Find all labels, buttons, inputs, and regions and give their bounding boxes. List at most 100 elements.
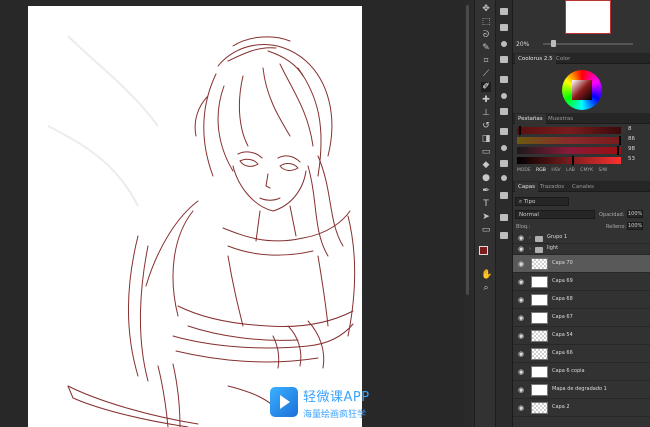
tab-pestanas[interactable]: Pestañas	[515, 114, 546, 124]
glyphs-icon[interactable]	[500, 232, 508, 239]
slider-value-2[interactable]: 86	[628, 136, 635, 142]
quick-select-icon[interactable]: ✎	[481, 43, 491, 53]
properties-icon[interactable]	[501, 41, 507, 47]
dodge-icon[interactable]: ●	[481, 173, 491, 183]
layer-name[interactable]: Grupo 1	[547, 234, 567, 240]
layer-name[interactable]: light	[547, 245, 558, 251]
canvas-vertical-scrollbar[interactable]	[464, 0, 471, 427]
layer-row[interactable]: ◉ Capa 69	[513, 273, 650, 291]
tab-coolorus[interactable]: Coolorus 2.5	[515, 54, 556, 64]
layer-thumbnail[interactable]	[531, 330, 548, 342]
healing-icon[interactable]: ✚	[481, 95, 491, 105]
layer-thumbnail[interactable]	[531, 348, 548, 360]
shape-icon[interactable]: ▭	[481, 225, 491, 235]
move-icon[interactable]: ✥	[481, 4, 491, 14]
marquee-icon[interactable]: ⬚	[481, 17, 491, 27]
info-icon[interactable]	[500, 128, 508, 135]
blur-icon[interactable]: ◆	[481, 160, 491, 170]
eye-icon[interactable]: ◉	[517, 260, 525, 268]
paragraph-icon[interactable]	[500, 76, 508, 83]
actions-icon[interactable]	[500, 24, 508, 31]
pen-icon[interactable]: ✒	[481, 186, 491, 196]
mode-rgb[interactable]: RGB	[536, 168, 546, 173]
character-icon[interactable]	[500, 160, 508, 167]
brush-icon[interactable]: ✐	[481, 82, 491, 92]
eye-icon[interactable]: ◉	[517, 404, 525, 412]
slider-value-4[interactable]: 53	[628, 156, 635, 162]
navigator-thumbnail[interactable]	[565, 0, 611, 34]
stamp-icon[interactable]: ⊥	[481, 108, 491, 118]
layer-name[interactable]: Capa 70	[552, 260, 573, 266]
tab-capas[interactable]: Capas	[515, 182, 538, 192]
layer-name[interactable]: Mapa de degradado 1	[552, 386, 607, 392]
layer-thumbnail[interactable]	[531, 312, 548, 324]
lasso-icon[interactable]: ᘐ	[481, 30, 491, 40]
hand-icon[interactable]: ✋	[481, 270, 492, 280]
timeline-icon[interactable]	[501, 175, 507, 181]
mode-lab[interactable]: LAB	[566, 168, 575, 173]
layer-row[interactable]: ◉ Capa 68	[513, 291, 650, 309]
history-icon[interactable]	[500, 8, 508, 15]
layer-thumbnail[interactable]	[531, 384, 548, 396]
play-icon[interactable]	[500, 214, 508, 221]
color-triangle[interactable]	[572, 80, 592, 100]
layer-thumbnail[interactable]	[531, 366, 548, 378]
slider-value-3[interactable]: 98	[628, 146, 635, 152]
slider-row-3[interactable]: 98	[517, 146, 647, 155]
layer-thumbnail[interactable]	[531, 294, 548, 306]
mode-cmyk[interactable]: CMYK	[580, 168, 593, 173]
layer-thumbnail[interactable]	[531, 276, 548, 288]
navigator-zoom-knob[interactable]	[551, 40, 556, 47]
tab-canales[interactable]: Canales	[569, 182, 597, 192]
tab-trazados[interactable]: Trazados	[537, 182, 567, 192]
layer-name[interactable]: Capa 67	[552, 314, 573, 320]
eyedropper-icon[interactable]: ⟋	[481, 69, 491, 79]
fill-input[interactable]: 100%	[627, 222, 643, 230]
eye-icon[interactable]: ◉	[517, 278, 525, 286]
eye-icon[interactable]: ◉	[517, 350, 525, 358]
chevron-right-icon[interactable]: ›	[529, 246, 531, 252]
slider-value-1[interactable]: 8	[628, 126, 632, 132]
navigator-zoom[interactable]: 20%	[516, 41, 529, 48]
eye-icon[interactable]: ◉	[517, 386, 525, 394]
layer-group-row[interactable]: ◉ › Grupo 1	[513, 233, 650, 244]
eraser-icon[interactable]: ◨	[481, 134, 491, 144]
layer-name[interactable]: Capa 6 copia	[552, 368, 585, 374]
slider-row-2[interactable]: 86	[517, 136, 647, 145]
eye-icon[interactable]: ◉	[517, 245, 525, 253]
layer-group-row[interactable]: ◉ › light	[513, 244, 650, 255]
layer-row[interactable]: ◉ Capa 54	[513, 327, 650, 345]
brush-settings-icon[interactable]	[500, 56, 508, 63]
layer-row[interactable]: ◉ Capa 67	[513, 309, 650, 327]
layer-thumbnail[interactable]	[531, 258, 548, 270]
eye-icon[interactable]: ◉	[517, 314, 525, 322]
layer-name[interactable]: Capa 2	[552, 404, 570, 410]
document-canvas[interactable]	[28, 6, 362, 427]
layer-name[interactable]: Capa 69	[552, 278, 573, 284]
crop-icon[interactable]: ⌗	[481, 56, 491, 66]
tab-color[interactable]: Color	[553, 54, 573, 64]
slider-row-4[interactable]: 53	[517, 156, 647, 165]
layer-row[interactable]: ◉ Capa 66	[513, 345, 650, 363]
layer-row[interactable]: ◉ Mapa de degradado 1	[513, 381, 650, 399]
foreground-color-swatch[interactable]	[479, 246, 488, 255]
navigator-zoom-slider[interactable]	[543, 43, 633, 45]
color-wheel[interactable]	[562, 70, 602, 110]
layer-name[interactable]: Capa 68	[552, 296, 573, 302]
layer-name[interactable]: Capa 66	[552, 350, 573, 356]
tab-muestras[interactable]: Muestras	[545, 114, 576, 124]
clone-source-icon[interactable]	[501, 145, 507, 151]
type-icon[interactable]: T	[481, 199, 491, 209]
layer-filter-select[interactable]: ⌕ Tipo	[515, 197, 569, 206]
layer-row[interactable]: ◉ Capa 70	[513, 255, 650, 273]
path-select-icon[interactable]: ➤	[481, 212, 491, 222]
layer-name[interactable]: Capa 54	[552, 332, 573, 338]
styles-icon[interactable]	[500, 108, 508, 115]
adjustments-icon[interactable]	[501, 93, 507, 99]
eye-icon[interactable]: ◉	[517, 296, 525, 304]
blend-mode-select[interactable]: Normal	[515, 210, 595, 219]
eye-icon[interactable]: ◉	[517, 332, 525, 340]
scrollbar-thumb[interactable]	[466, 5, 469, 295]
layer-row[interactable]: ◉ Capa 6 copia	[513, 363, 650, 381]
canvas-area[interactable]: 轻微课APP 海量绘画疯狂学	[0, 0, 465, 427]
